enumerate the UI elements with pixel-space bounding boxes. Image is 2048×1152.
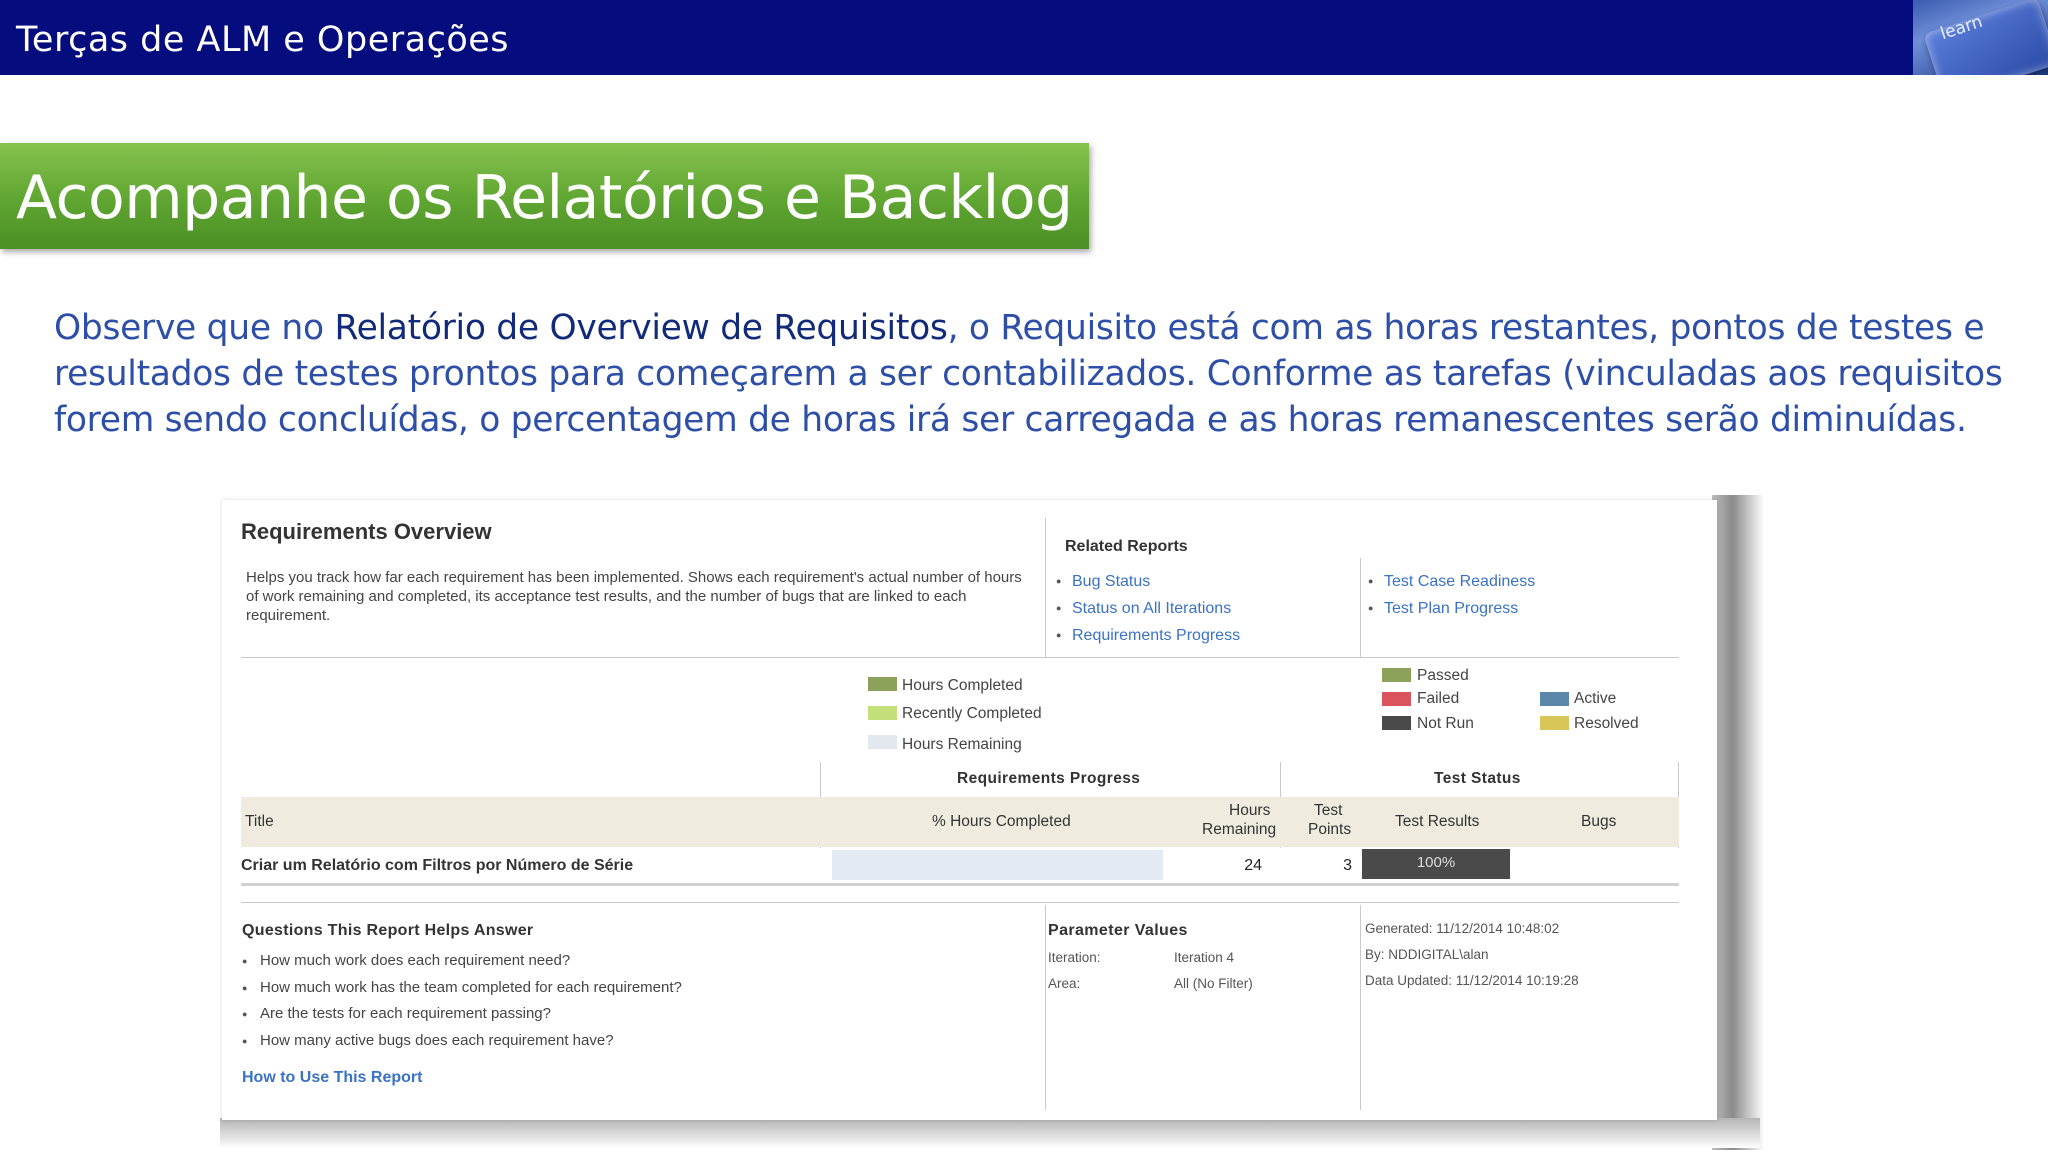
question-item: How much work has the team completed for… <box>242 975 682 1002</box>
row-test-points: 3 <box>1343 857 1352 874</box>
legend-passed: Passed <box>1417 667 1469 684</box>
row-hours-remaining: 24 <box>1244 857 1262 874</box>
hours-progress-bar <box>832 850 1163 880</box>
legend-resolved: Resolved <box>1574 715 1639 732</box>
parameter-values-heading: Parameter Values <box>1048 922 1188 939</box>
col-hours-remaining-line2[interactable]: Remaining <box>1202 821 1276 839</box>
legend-active: Active <box>1574 690 1617 707</box>
col-test-points-line1[interactable]: Test <box>1314 802 1342 820</box>
divider <box>1045 518 1046 658</box>
how-to-use-link[interactable]: How to Use This Report <box>242 1069 422 1087</box>
link-test-case-readiness[interactable]: Test Case Readiness <box>1368 568 1535 595</box>
requirements-overview-report: Requirements Overview Helps you track ho… <box>222 500 1717 1120</box>
param-iteration-label: Iteration: <box>1048 950 1101 965</box>
legend-swatch-passed <box>1382 668 1411 682</box>
related-reports-heading: Related Reports <box>1065 538 1188 555</box>
col-test-results[interactable]: Test Results <box>1395 813 1479 831</box>
link-bug-status[interactable]: Bug Status <box>1056 568 1240 595</box>
link-requirements-progress[interactable]: Requirements Progress <box>1056 622 1240 649</box>
legend-not-run: Not Run <box>1417 715 1474 732</box>
slide-heading-banner: Acompanhe os Relatórios e Backlog <box>0 143 1089 249</box>
questions-heading: Questions This Report Helps Answer <box>242 922 534 939</box>
param-area-value: All (No Filter) <box>1174 976 1253 991</box>
intro-highlight: Relatório de Overview de Requisitos <box>334 308 948 348</box>
keyboard-learn-key-image: learn <box>1913 0 2048 75</box>
report-shadow-bottom <box>220 1118 1760 1148</box>
test-results-bar: 100% <box>1362 849 1510 879</box>
row-divider <box>241 883 1679 886</box>
legend-hours-remaining: Hours Remaining <box>902 736 1022 753</box>
legend-hours-completed: Hours Completed <box>902 677 1023 694</box>
link-status-on-all-iterations[interactable]: Status on All Iterations <box>1056 595 1240 622</box>
group-test-status: Test Status <box>1434 770 1521 787</box>
slide-heading: Acompanhe os Relatórios e Backlog <box>16 163 1073 233</box>
param-iteration-value: Iteration 4 <box>1174 950 1235 965</box>
questions-list: How much work does each requirement need… <box>242 948 682 1054</box>
col-hours-remaining-line1[interactable]: Hours <box>1229 802 1270 820</box>
legend-swatch-hours-completed <box>868 677 897 691</box>
col-pct-hours-completed[interactable]: % Hours Completed <box>932 813 1071 831</box>
question-item: How many active bugs does each requireme… <box>242 1028 682 1055</box>
related-reports-list-right: Test Case Readiness Test Plan Progress <box>1368 568 1535 622</box>
divider <box>1360 558 1361 658</box>
intro-paragraph: Observe que no Relatório de Overview de … <box>54 305 2014 443</box>
question-item: How much work does each requirement need… <box>242 948 682 975</box>
legend-swatch-failed <box>1382 692 1411 706</box>
report-shadow-right <box>1712 495 1764 1150</box>
generated-timestamp: Generated: 11/12/2014 10:48:02 <box>1365 921 1560 936</box>
param-area-label: Area: <box>1048 976 1081 991</box>
legend-swatch-resolved <box>1540 716 1569 730</box>
link-test-plan-progress[interactable]: Test Plan Progress <box>1368 595 1535 622</box>
report-description: Helps you track how far each requirement… <box>246 569 1022 624</box>
generated-by: By: NDDIGITAL\alan <box>1365 947 1489 962</box>
divider <box>241 657 1679 658</box>
divider <box>241 902 1679 903</box>
row-requirement-title[interactable]: Criar um Relatório com Filtros por Númer… <box>241 857 633 875</box>
legend-swatch-active <box>1540 692 1569 706</box>
legend-failed: Failed <box>1417 690 1460 707</box>
group-requirements-progress: Requirements Progress <box>957 770 1141 787</box>
divider <box>1045 905 1046 1110</box>
col-bugs[interactable]: Bugs <box>1581 813 1616 831</box>
legend-recently-completed: Recently Completed <box>902 705 1042 722</box>
report-title: Requirements Overview <box>241 519 492 544</box>
series-title: Terças de ALM e Operações <box>16 20 509 60</box>
col-test-points-line2[interactable]: Points <box>1308 821 1351 839</box>
intro-text-start: Observe que no <box>54 308 335 348</box>
top-banner: Terças de ALM e Operações learn <box>0 0 2048 75</box>
legend-swatch-recently-completed <box>868 706 897 720</box>
col-title[interactable]: Title <box>245 813 274 831</box>
related-reports-list-left: Bug Status Status on All Iterations Requ… <box>1056 568 1240 649</box>
legend-swatch-not-run <box>1382 716 1411 730</box>
legend-swatch-hours-remaining <box>868 735 897 749</box>
question-item: Are the tests for each requirement passi… <box>242 1001 682 1028</box>
divider <box>1360 905 1361 1110</box>
data-updated-timestamp: Data Updated: 11/12/2014 10:19:28 <box>1365 973 1579 988</box>
